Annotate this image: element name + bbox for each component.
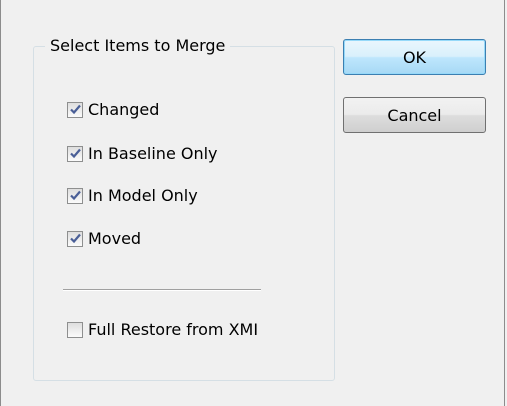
cancel-button[interactable]: Cancel bbox=[343, 97, 486, 133]
checkbox-moved[interactable]: Moved bbox=[67, 227, 141, 251]
checkbox-label: Moved bbox=[88, 229, 142, 248]
checkbox-box[interactable] bbox=[67, 231, 83, 247]
checkbox-in-baseline-only[interactable]: In Baseline Only bbox=[67, 142, 218, 166]
checkbox-changed[interactable]: Changed bbox=[67, 98, 159, 122]
checkbox-label: In Baseline Only bbox=[88, 144, 218, 163]
ok-button[interactable]: OK bbox=[343, 39, 486, 75]
checkbox-box[interactable] bbox=[67, 188, 83, 204]
checkbox-label: In Model Only bbox=[88, 186, 198, 205]
checkmark-icon bbox=[70, 233, 81, 244]
checkbox-box[interactable] bbox=[67, 322, 83, 338]
groupbox-title: Select Items to Merge bbox=[45, 36, 231, 56]
checkbox-full-restore-from-xmi[interactable]: Full Restore from XMI bbox=[67, 318, 258, 342]
checkmark-icon bbox=[70, 190, 81, 201]
checkbox-label: Full Restore from XMI bbox=[88, 320, 259, 339]
checkbox-label: Changed bbox=[88, 100, 160, 119]
merge-dialog: Select Items to Merge Changed In Baselin… bbox=[0, 0, 505, 406]
checkbox-box[interactable] bbox=[67, 146, 83, 162]
checkbox-in-model-only[interactable]: In Model Only bbox=[67, 184, 198, 208]
checkmark-icon bbox=[70, 104, 81, 115]
checkbox-box[interactable] bbox=[67, 102, 83, 118]
separator bbox=[63, 289, 261, 291]
checkmark-icon bbox=[70, 148, 81, 159]
